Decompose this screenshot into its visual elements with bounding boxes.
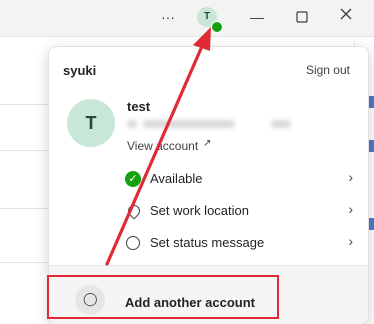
annotation-arrow — [105, 27, 211, 266]
